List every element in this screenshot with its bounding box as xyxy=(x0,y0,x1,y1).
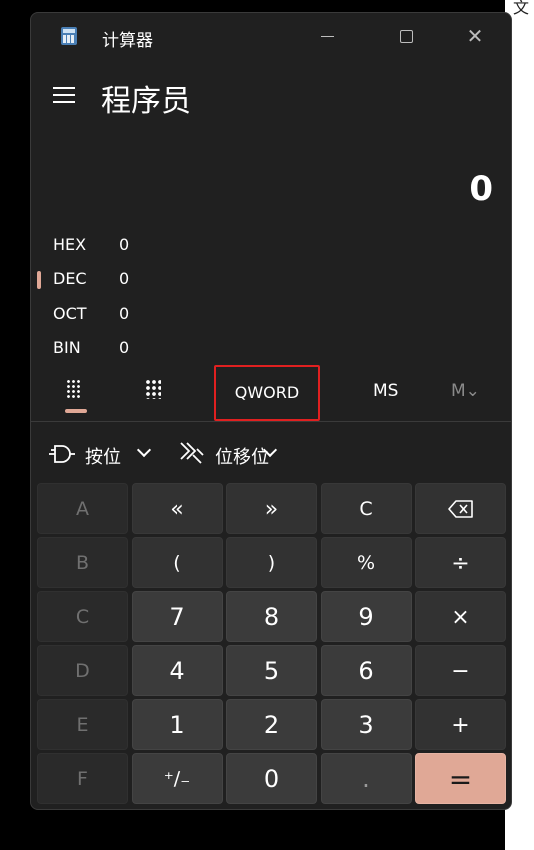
calculator-app-icon xyxy=(61,27,77,45)
calculator-window: 计算器 ✕ 程序员 0 HEX 0 DEC 0 OCT 0 BIN 0 QWOR xyxy=(30,12,512,810)
memory-store-button[interactable]: MS xyxy=(373,381,398,401)
bit-shift-label: 位移位 xyxy=(215,447,269,468)
key-multiply[interactable]: × xyxy=(415,591,506,642)
title-bar[interactable]: 计算器 ✕ xyxy=(31,13,511,59)
operator-dropdowns: 按位 位移位 xyxy=(31,439,511,471)
key-backspace[interactable] xyxy=(415,483,506,534)
bit-toggle-icon xyxy=(145,379,161,399)
key-hex-b[interactable]: B xyxy=(37,537,128,588)
key-4[interactable]: 4 xyxy=(131,645,223,696)
active-tab-indicator xyxy=(65,409,87,413)
bitwise-label: 按位 xyxy=(85,447,121,468)
key-hex-a[interactable]: A xyxy=(37,483,128,534)
key-hex-c[interactable]: C xyxy=(37,591,128,642)
radix-value: 0 xyxy=(119,304,130,323)
key-rotate-right[interactable]: » xyxy=(226,483,317,534)
mode-title: 程序员 xyxy=(101,84,191,119)
chevron-down-icon xyxy=(265,445,275,455)
key-clear[interactable]: C xyxy=(320,483,412,534)
maximize-button[interactable] xyxy=(391,23,421,49)
word-size-button[interactable]: QWORD xyxy=(214,365,320,421)
close-button[interactable]: ✕ xyxy=(460,23,490,49)
key-5[interactable]: 5 xyxy=(226,645,317,696)
backspace-icon xyxy=(447,500,473,518)
app-title: 计算器 xyxy=(102,31,153,51)
hamburger-menu-icon[interactable] xyxy=(53,85,77,105)
logic-gate-icon xyxy=(49,445,75,463)
key-9[interactable]: 9 xyxy=(320,591,412,642)
key-divide[interactable]: ÷ xyxy=(415,537,506,588)
key-2[interactable]: 2 xyxy=(226,699,317,750)
radix-value: 0 xyxy=(119,269,130,288)
key-hex-f[interactable]: F xyxy=(37,753,128,804)
key-equals[interactable]: = xyxy=(415,753,506,804)
keypad: A « » C B ( ) % ÷ C 7 8 9 × D 4 5 6 − E … xyxy=(37,483,507,805)
chevron-down-icon xyxy=(139,445,149,455)
radix-value: 0 xyxy=(119,338,130,357)
key-add[interactable]: + xyxy=(415,699,506,750)
radix-bin[interactable]: BIN 0 xyxy=(53,336,173,362)
key-open-paren[interactable]: ( xyxy=(131,537,223,588)
key-hex-e[interactable]: E xyxy=(37,699,128,750)
key-7[interactable]: 7 xyxy=(131,591,223,642)
key-decimal[interactable]: . xyxy=(320,753,412,804)
background-glyph: 文 xyxy=(513,0,530,17)
full-keypad-tab[interactable] xyxy=(62,375,88,415)
radix-dec[interactable]: DEC 0 xyxy=(37,267,173,293)
key-hex-d[interactable]: D xyxy=(37,645,128,696)
memory-dropdown-button[interactable]: M⌄ xyxy=(451,381,480,401)
key-3[interactable]: 3 xyxy=(320,699,412,750)
keypad-icon xyxy=(66,379,82,399)
radix-hex[interactable]: HEX 0 xyxy=(53,233,173,259)
key-close-paren[interactable]: ) xyxy=(226,537,317,588)
key-rotate-left[interactable]: « xyxy=(131,483,223,534)
minimize-button[interactable] xyxy=(313,23,343,49)
key-subtract[interactable]: − xyxy=(415,645,506,696)
bit-shift-icon xyxy=(180,442,204,464)
key-modulo[interactable]: % xyxy=(320,537,412,588)
radix-label: BIN xyxy=(53,338,81,357)
toolbar-row: QWORD MS M⌄ xyxy=(31,365,511,421)
display-value: 0 xyxy=(469,169,493,209)
radix-oct[interactable]: OCT 0 xyxy=(53,302,173,328)
radix-label: HEX xyxy=(53,235,87,254)
radix-value: 0 xyxy=(119,235,130,254)
radix-label: DEC xyxy=(53,269,87,288)
key-1[interactable]: 1 xyxy=(131,699,223,750)
bit-toggling-keypad-tab[interactable] xyxy=(145,377,163,401)
key-6[interactable]: 6 xyxy=(320,645,412,696)
key-0[interactable]: 0 xyxy=(226,753,317,804)
radix-label: OCT xyxy=(53,304,87,323)
key-8[interactable]: 8 xyxy=(226,591,317,642)
key-negate[interactable]: ⁺∕₋ xyxy=(131,753,223,804)
selection-indicator xyxy=(37,271,41,289)
divider xyxy=(31,421,511,422)
